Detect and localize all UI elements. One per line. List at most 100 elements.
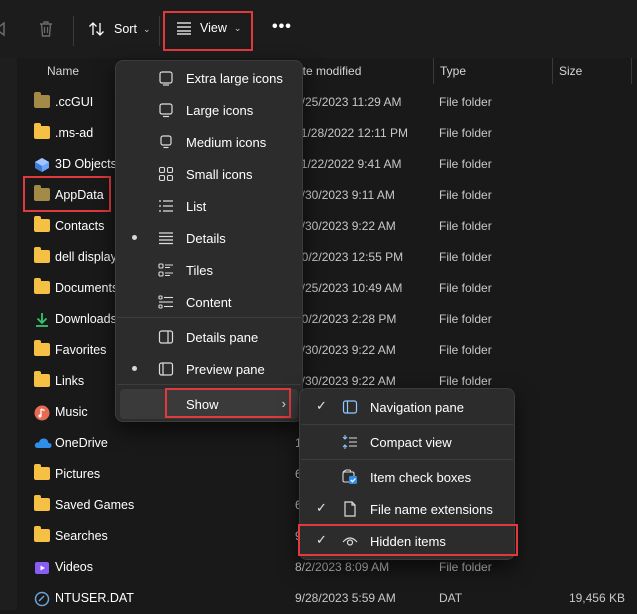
file-row[interactable]: NTUSER.DAT 9/28/2023 5:59 AM DAT 19,456 KB [30,583,637,614]
file-date: 9/30/2023 9:22 AM [295,374,396,388]
menu-item-label: Small icons [186,167,253,182]
menu-item-extra-large-icons[interactable]: Extra large icons [120,63,298,93]
file-type: File folder [439,219,492,233]
checkmark-icon: ✓ [316,500,327,515]
menu-item-label: Extra large icons [186,71,283,86]
file-type: File folder [439,374,492,388]
file-name: NTUSER.DAT [55,591,134,605]
large-icons-icon [158,102,174,118]
small-icons-icon [158,166,174,182]
column-divider[interactable] [552,58,553,84]
menu-item-label: List [186,199,207,214]
menu-item-details-pane[interactable]: Details pane [120,322,298,352]
column-header-size[interactable]: Size [559,64,582,78]
submenu-item-file-name-extensions[interactable]: ✓ File name extensions [304,494,510,524]
eye-icon [342,533,358,549]
submenu-item-label: Compact view [370,435,452,450]
file-name: Favorites [55,343,107,357]
file-size: 19,456 KB [568,591,625,605]
column-divider[interactable] [631,58,632,84]
submenu-item-item-check-boxes[interactable]: Item check boxes [304,462,510,492]
folder-icon [34,216,50,233]
column-header-type[interactable]: Type [440,64,466,78]
file-date: 9/30/2023 9:22 AM [295,219,396,233]
file-date: 10/2/2023 12:55 PM [295,250,404,264]
more-icon: ••• [272,18,292,35]
file-type: File folder [439,126,492,140]
checkmark-icon: ✓ [316,532,327,547]
menu-item-label: Tiles [186,263,213,278]
command-bar: Sort ⌄ View ⌄ ••• [0,0,637,58]
file-type: File folder [439,312,492,326]
chevron-right-icon: › [281,396,286,411]
file-date: 8/2/2023 8:09 AM [295,560,390,574]
submenu-item-label: Navigation pane [370,400,464,415]
file-date: 9/30/2023 9:11 AM [295,188,395,202]
content-icon [158,294,174,310]
preview-pane-icon [158,361,174,377]
menu-item-list[interactable]: List [120,191,298,221]
submenu-item-label: Item check boxes [370,470,472,485]
selected-dot-icon [132,235,137,240]
menu-item-large-icons[interactable]: Large icons [120,95,298,125]
compact-view-icon [342,434,358,450]
file-date: 11/28/2022 12:11 PM [295,126,408,140]
details-icon [158,230,174,246]
file-name: Searches [55,529,108,543]
menu-item-label: Large icons [186,103,254,118]
submenu-item-navigation-pane[interactable]: ✓ Navigation pane [304,392,510,422]
folder-icon [34,526,50,543]
download-icon [34,312,50,327]
file-name: Links [55,374,85,388]
tiles-icon [158,262,174,278]
sort-button[interactable]: Sort ⌄ [88,21,150,37]
show-submenu: ✓ Navigation pane Compact view Item check b… [299,388,515,560]
file-type: File folder [439,157,492,171]
folder-dim-icon [34,92,50,109]
menu-item-tiles[interactable]: Tiles [120,255,298,285]
file-date: 9/28/2023 5:59 AM [295,591,396,605]
folder-icon [34,278,50,295]
file-name: Pictures [55,467,101,481]
folder-icon [34,123,50,140]
menu-item-medium-icons[interactable]: Medium icons [120,127,298,157]
column-divider[interactable] [433,58,434,84]
file-name: .ms-ad [55,126,94,140]
menu-item-preview-pane[interactable]: Preview pane [120,354,298,384]
submenu-item-compact-view[interactable]: Compact view [304,427,510,457]
toolbar-divider [73,16,74,46]
3d-objects-icon [34,157,50,172]
view-menu: Extra large icons Large icons Medium icons… [115,60,303,422]
trash-icon [40,21,52,37]
delete-button[interactable] [38,20,54,38]
menu-item-content[interactable]: Content [120,287,298,317]
column-header-name[interactable]: Name [47,64,79,78]
onedrive-icon [34,436,52,450]
share-icon[interactable] [0,20,8,38]
sort-label: Sort [114,22,137,36]
view-button[interactable]: View ⌄ [176,21,241,35]
menu-item-small-icons[interactable]: Small icons [120,159,298,189]
menu-item-details[interactable]: Details [120,223,298,253]
item-check-boxes-icon [342,469,358,485]
toolbar-divider [159,16,160,46]
file-name: Saved Games [55,498,135,512]
file-type: File folder [439,560,492,574]
file-date: 9/30/2023 9:22 AM [295,343,396,357]
menu-item-label: Medium icons [186,135,267,150]
folder-icon [34,464,50,481]
menu-item-show[interactable]: Show › [120,389,298,419]
file-name: Videos [55,560,93,574]
folder-dim-icon [34,185,50,202]
submenu-item-hidden-items[interactable]: ✓ Hidden items [304,526,510,556]
dat-file-icon [34,591,50,607]
menu-item-label: Details [186,231,226,246]
file-name: Downloads [55,312,117,326]
column-header-date[interactable]: ate modified [296,64,361,78]
menu-separator [117,317,301,318]
file-name: AppData [55,188,104,202]
file-date: 11/22/2022 9:41 AM [295,157,402,171]
menu-item-label: Preview pane [186,362,265,377]
more-options-button[interactable]: ••• [272,18,292,35]
file-type: File folder [439,95,492,109]
